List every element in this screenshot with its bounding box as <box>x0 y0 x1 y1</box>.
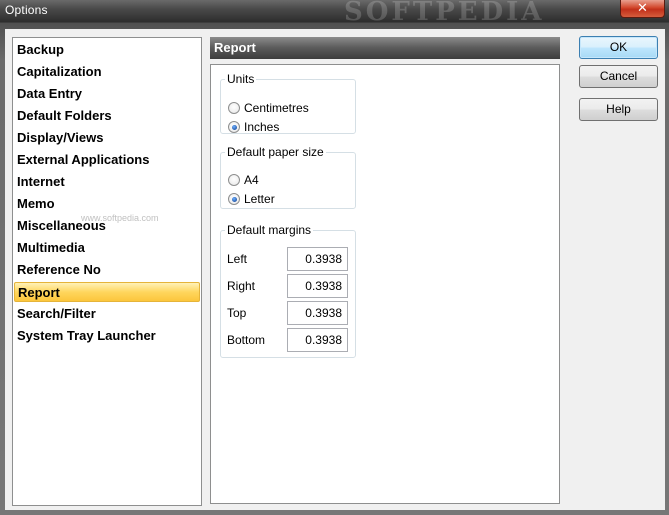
radio-button-icon[interactable] <box>228 102 240 114</box>
margin-left-row: Left 0.3938 <box>227 247 353 271</box>
radio-label: Letter <box>244 192 275 206</box>
watermark-logo: SOFTPEDIA <box>344 0 545 27</box>
margins-legend: Default margins <box>227 223 312 237</box>
paper-size-legend: Default paper size <box>227 145 324 159</box>
sidebar-item-reference-no[interactable]: Reference No <box>14 260 200 280</box>
radio-label: A4 <box>244 173 259 187</box>
sidebar-item-capitalization[interactable]: Capitalization <box>14 62 200 82</box>
units-group: Units Centimetres Inches <box>220 72 356 134</box>
sidebar-item-data-entry[interactable]: Data Entry <box>14 84 200 104</box>
sidebar-item-default-folders[interactable]: Default Folders <box>14 106 200 126</box>
sidebar-item-multimedia[interactable]: Multimedia <box>14 238 200 258</box>
margins-group: Default margins Left 0.3938 Right 0.3938… <box>220 223 356 358</box>
margin-top-input[interactable]: 0.3938 <box>287 301 348 325</box>
units-legend: Units <box>227 72 255 86</box>
radio-label: Centimetres <box>244 101 309 115</box>
margin-bottom-row: Bottom 0.3938 <box>227 328 353 352</box>
panel-body: Units Centimetres Inches Default paper s… <box>210 64 560 504</box>
sidebar-item-memo[interactable]: Memo <box>14 194 200 214</box>
radio-a4[interactable]: A4 <box>228 172 259 188</box>
panel-title: Report <box>210 37 560 59</box>
ok-button[interactable]: OK <box>579 36 658 59</box>
radio-button-checked-icon[interactable] <box>228 193 240 205</box>
paper-size-group: Default paper size A4 Letter <box>220 145 356 209</box>
margin-top-row: Top 0.3938 <box>227 301 353 325</box>
margin-bottom-label: Bottom <box>227 333 266 347</box>
sidebar-item-system-tray-launcher[interactable]: System Tray Launcher <box>14 326 200 346</box>
radio-label: Inches <box>244 120 280 134</box>
radio-button-checked-icon[interactable] <box>228 121 240 133</box>
margin-left-label: Left <box>227 252 248 266</box>
margin-right-input[interactable]: 0.3938 <box>287 274 348 298</box>
radio-inches[interactable]: Inches <box>228 119 279 135</box>
options-window: Options SOFTPEDIA ✕ Backup Capitalizatio… <box>0 0 669 515</box>
sidebar-item-backup[interactable]: Backup <box>14 40 200 60</box>
radio-button-icon[interactable] <box>228 174 240 186</box>
margin-right-row: Right 0.3938 <box>227 274 353 298</box>
sidebar-item-internet[interactable]: Internet <box>14 172 200 192</box>
margin-bottom-input[interactable]: 0.3938 <box>287 328 348 352</box>
dialog-client-area: Backup Capitalization Data Entry Default… <box>5 29 665 510</box>
margin-top-label: Top <box>227 306 247 320</box>
window-title: Options <box>5 3 48 17</box>
radio-letter[interactable]: Letter <box>228 191 275 207</box>
margin-right-label: Right <box>227 279 256 293</box>
close-icon: ✕ <box>637 1 648 16</box>
sidebar-item-external-applications[interactable]: External Applications <box>14 150 200 170</box>
cancel-button[interactable]: Cancel <box>579 65 658 88</box>
title-bar[interactable]: Options SOFTPEDIA ✕ <box>0 0 669 27</box>
margin-left-input[interactable]: 0.3938 <box>287 247 348 271</box>
sidebar-item-search-filter[interactable]: Search/Filter <box>14 304 200 324</box>
settings-panel: Report Units Centimetres Inches Default … <box>210 37 560 504</box>
close-button[interactable]: ✕ <box>620 0 665 18</box>
sidebar-item-report[interactable]: Report <box>14 282 200 302</box>
watermark-text: www.softpedia.com <box>81 213 159 223</box>
help-button[interactable]: Help <box>579 98 658 121</box>
radio-centimetres[interactable]: Centimetres <box>228 100 309 116</box>
sidebar-item-display-views[interactable]: Display/Views <box>14 128 200 148</box>
category-list[interactable]: Backup Capitalization Data Entry Default… <box>12 37 202 506</box>
